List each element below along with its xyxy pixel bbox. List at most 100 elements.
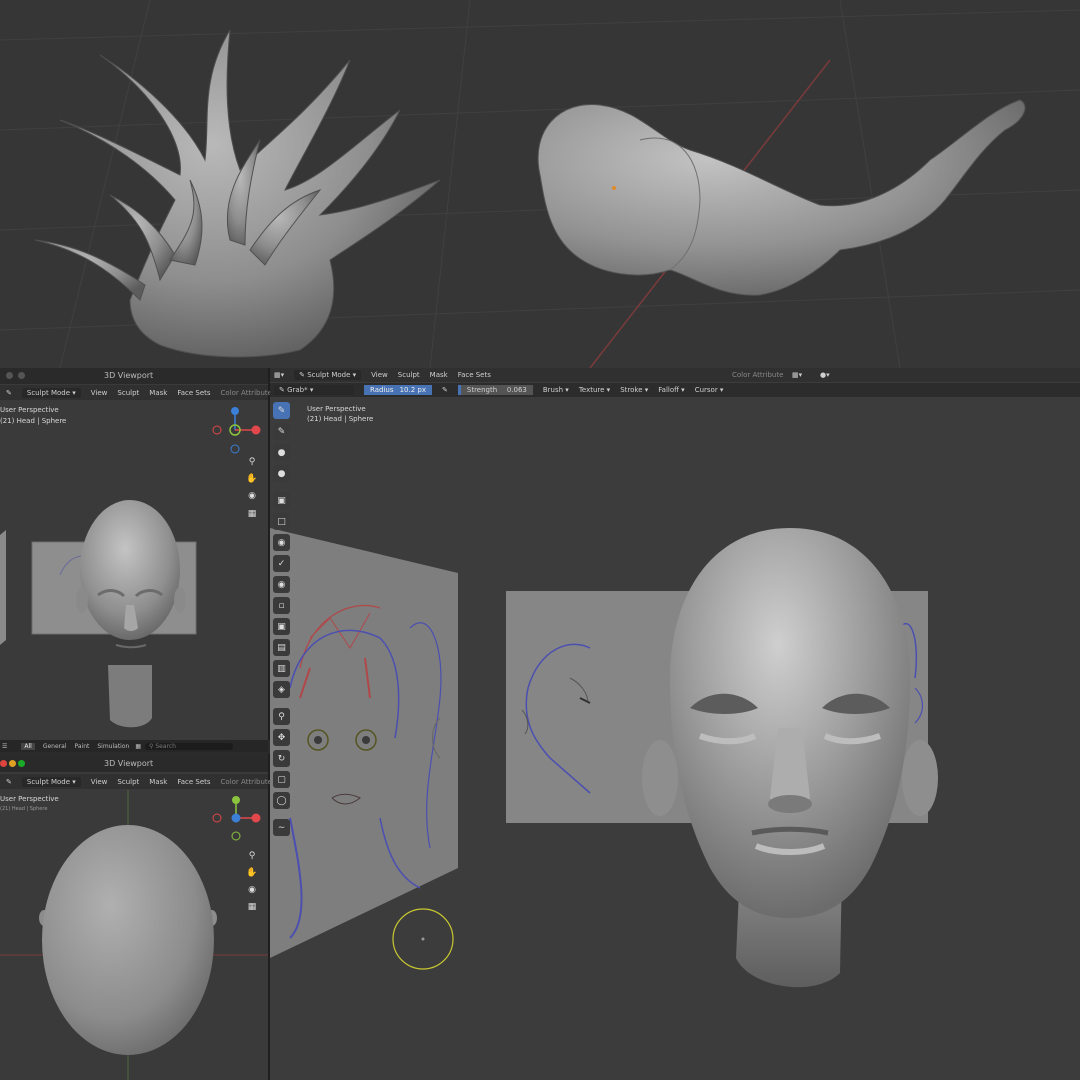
main-viewport[interactable]: ▦▾ ✎ Sculpt Mode ▾ View Sculpt Mask Face… (270, 368, 1080, 1080)
mode-dropdown[interactable]: Sculpt Mode ▾ (21, 387, 81, 398)
filter-all[interactable]: All (21, 742, 35, 750)
draw-icon[interactable]: ✎ (273, 402, 290, 419)
viewport-header: ▦▾ ✎ Sculpt Mode ▾ View Sculpt Mask Face… (270, 368, 1080, 382)
window-close-dot[interactable] (6, 372, 13, 379)
flatten-icon[interactable]: ▫ (273, 597, 290, 614)
menu-cursor-label: Cursor (694, 386, 718, 394)
blob-icon[interactable]: ◉ (273, 534, 290, 551)
color-attribute-label[interactable]: Color Attribute (221, 389, 272, 397)
radius-field[interactable]: Radius 10.2 px (364, 385, 432, 395)
menu-stroke[interactable]: Stroke ▾ (620, 386, 648, 394)
clay-strips-icon[interactable]: ● (273, 465, 290, 482)
menu-cursor[interactable]: Cursor ▾ (695, 386, 724, 394)
filter-paint[interactable]: Paint (75, 743, 90, 750)
filter-toggle-icon[interactable]: ▦ (135, 743, 141, 750)
annotate-icon[interactable]: ∼ (273, 819, 290, 836)
menu-sculpt[interactable]: Sculpt (117, 778, 139, 786)
editor-type-icon[interactable]: ▦▾ (274, 371, 284, 379)
menu-falloff[interactable]: Falloff ▾ (658, 386, 684, 394)
menu-brush[interactable]: Brush ▾ (543, 386, 569, 394)
viewport-header: ✎ Sculpt Mode ▾ View Sculpt Mask Face Se… (0, 385, 272, 400)
filter-simulation[interactable]: Simulation (97, 743, 129, 750)
mode-dropdown[interactable]: ✎ Sculpt Mode ▾ (294, 370, 362, 380)
rotate-icon[interactable]: ↻ (273, 750, 290, 767)
menu-sculpt[interactable]: Sculpt (398, 371, 420, 379)
pinch-icon[interactable]: ◈ (273, 681, 290, 698)
main-scene (270, 528, 938, 988)
fill-icon[interactable]: ▣ (273, 618, 290, 635)
window-min-dot[interactable] (9, 760, 16, 767)
head-ear-right (902, 740, 938, 816)
inflate-icon[interactable]: □ (273, 513, 290, 530)
menu-stroke-label: Stroke (620, 386, 643, 394)
head-front-small (0, 500, 197, 728)
window-titlebar: 3D Viewport (0, 754, 268, 772)
top-render-scene (0, 0, 1080, 368)
smooth-icon[interactable]: ◉ (273, 576, 290, 593)
scale-icon[interactable]: ▢ (273, 771, 290, 788)
mode-label: Sculpt Mode (26, 777, 71, 786)
menu-texture[interactable]: Texture ▾ (579, 386, 610, 394)
head-ear-left (642, 740, 678, 816)
shading-dropdown-icon[interactable]: ▦▾ (792, 371, 802, 379)
radius-label: Radius (370, 386, 394, 394)
filter-general[interactable]: General (43, 743, 67, 750)
strength-label: Strength (466, 386, 498, 394)
menu-brush-label: Brush (542, 386, 564, 394)
move-icon[interactable]: ✥ (273, 729, 290, 746)
color-attribute-label[interactable]: Color Attribute (732, 371, 783, 379)
viewport-display-icon[interactable]: ●▾ (820, 371, 830, 379)
mode-label: Sculpt Mode (26, 388, 71, 397)
top-render-area (0, 0, 1080, 368)
strength-field[interactable]: Strength 0.063 (457, 385, 533, 395)
menu-mask[interactable]: Mask (149, 389, 167, 397)
menu-texture-label: Texture (578, 386, 605, 394)
pressure-icon[interactable]: ✎ (442, 386, 448, 394)
menu-face-sets[interactable]: Face Sets (177, 389, 210, 397)
menu-face-sets[interactable]: Face Sets (177, 778, 210, 786)
mode-dropdown[interactable]: Sculpt Mode ▾ (21, 776, 81, 787)
brush-selector[interactable]: ✎ Grab* ▾ (274, 385, 354, 395)
viewport-header: ✎ Sculpt Mode ▾ View Sculpt Mask Face Se… (0, 774, 272, 789)
head-face (670, 528, 910, 918)
menu-view[interactable]: View (91, 389, 108, 397)
reference-plane-left (270, 528, 458, 958)
mode-icon[interactable]: ✎ (6, 389, 12, 397)
menu-view[interactable]: View (371, 371, 388, 379)
menu-mask[interactable]: Mask (149, 778, 167, 786)
menu-face-sets[interactable]: Face Sets (458, 371, 491, 379)
scrape-icon[interactable]: ▤ (273, 639, 290, 656)
window-title: 3D Viewport (104, 371, 154, 380)
transform-icon[interactable]: ◯ (273, 792, 290, 809)
top-left-viewport[interactable]: 3D Viewport ✎ Sculpt Mode ▾ View Sculpt … (0, 368, 272, 740)
menu-view[interactable]: View (91, 778, 108, 786)
brush-name: Grab (287, 386, 305, 394)
origin-dot (612, 186, 616, 190)
mode-icon[interactable]: ✎ (6, 778, 12, 786)
window-max-dot[interactable] (18, 760, 25, 767)
window-min-dot[interactable] (18, 372, 25, 379)
draw-sharp-icon[interactable]: ✎ (273, 423, 290, 440)
color-attribute-label[interactable]: Color Attribute (221, 778, 272, 786)
sculpt-toolbar: ✎ ✎ ● ● ▣ □ ◉ ✓ ◉ ▫ ▣ ▤ ▥ ◈ ⚲ ✥ ↻ ▢ ◯ ∼ (273, 402, 295, 836)
menu-falloff-label: Falloff (658, 386, 679, 394)
grab-icon[interactable]: ⚲ (273, 708, 290, 725)
menu-icon[interactable]: ☰ (2, 743, 7, 750)
clay-icon[interactable]: ● (273, 444, 290, 461)
tool-settings-bar: ✎ Grab* ▾ Radius 10.2 px ✎ Strength 0.063 … (270, 383, 1080, 397)
menu-mask[interactable]: Mask (430, 371, 448, 379)
window-titlebar: 3D Viewport (0, 368, 268, 384)
bottom-left-viewport[interactable]: 3D Viewport ✎ Sculpt Mode ▾ View Sculpt … (0, 754, 272, 1080)
asset-filter-bar: ☰ All General Paint Simulation ▦ ⚲ Searc… (0, 740, 268, 752)
crease-icon[interactable]: ✓ (273, 555, 290, 572)
window-close-dot[interactable] (0, 760, 7, 767)
multiplane-icon[interactable]: ▥ (273, 660, 290, 677)
search-field[interactable]: ⚲ Search (145, 742, 233, 750)
radius-value: 10.2 px (399, 386, 426, 394)
search-placeholder: Search (155, 742, 176, 750)
coral-sculpt (34, 29, 441, 358)
layer-icon[interactable]: ▣ (273, 492, 290, 509)
menu-sculpt[interactable]: Sculpt (117, 389, 139, 397)
head-top-view (0, 790, 268, 1080)
mode-label: Sculpt Mode (307, 371, 351, 379)
